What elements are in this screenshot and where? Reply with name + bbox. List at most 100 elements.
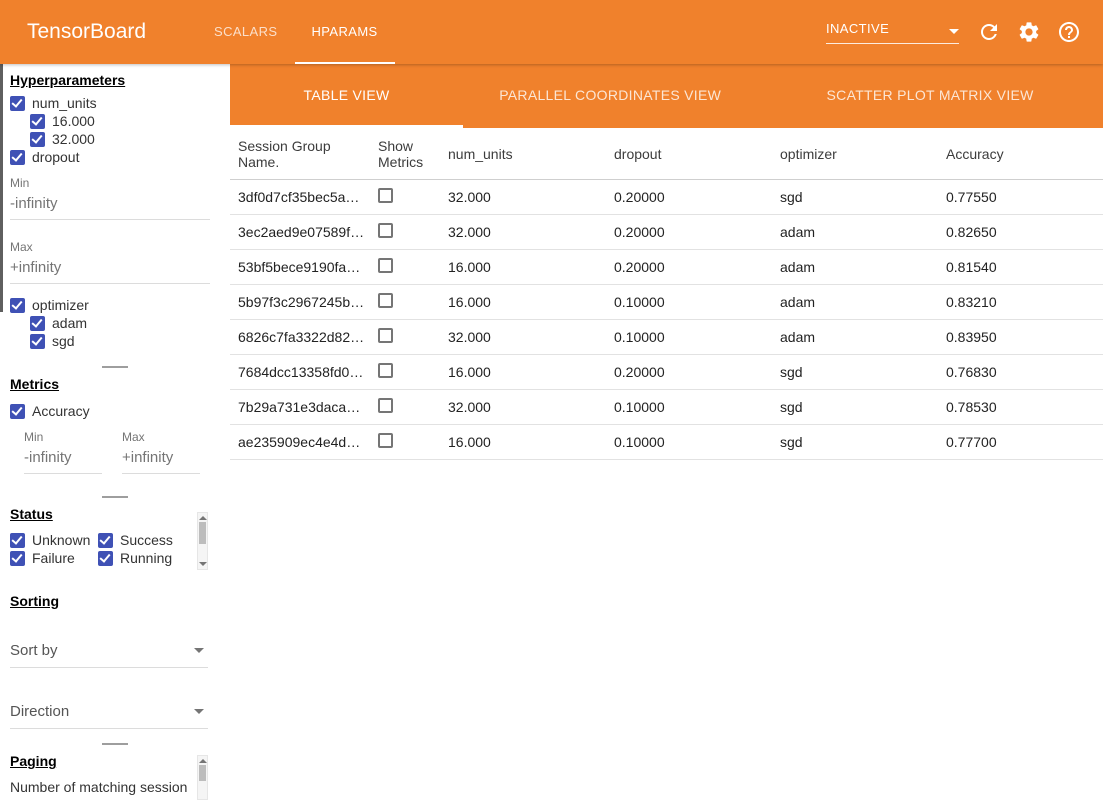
- show-metrics-checkbox[interactable]: [378, 223, 393, 238]
- column-header-show-metrics[interactable]: Show Metrics: [370, 138, 440, 170]
- tab-scalars[interactable]: SCALARS: [197, 0, 295, 64]
- show-metrics-checkbox[interactable]: [378, 258, 393, 273]
- hparam-value-row[interactable]: 16.000: [10, 112, 220, 130]
- sort-by-select[interactable]: Sort by: [10, 637, 208, 668]
- section-resize-handle[interactable]: [102, 366, 128, 368]
- tab-table-view[interactable]: TABLE VIEW: [230, 64, 463, 128]
- top-app-bar: TensorBoard SCALARS HPARAMS INACTIVE: [0, 0, 1103, 64]
- accuracy-max-input[interactable]: [122, 444, 200, 474]
- column-header-session-group-name[interactable]: Session Group Name.: [230, 138, 370, 170]
- checkbox-optimizer-sgd[interactable]: [30, 334, 45, 349]
- session-group-name-cell: 3ec2aed9e07589f…: [230, 224, 370, 240]
- section-hyperparameters: Hyperparameters num_units 16.000 32.000 …: [0, 72, 230, 350]
- checkbox-status-running[interactable]: [98, 551, 113, 566]
- matching-groups-summary: Number of matching session groups: 8: [10, 778, 196, 800]
- scroll-down-icon[interactable]: [199, 562, 207, 566]
- hparams-main-pane: TABLE VIEW PARALLEL COORDINATES VIEW SCA…: [230, 64, 1103, 800]
- section-resize-handle[interactable]: [102, 496, 128, 498]
- show-metrics-checkbox[interactable]: [378, 363, 393, 378]
- checkbox-num-units[interactable]: [10, 96, 25, 111]
- checkbox-accuracy[interactable]: [10, 404, 25, 419]
- dropout-min-input[interactable]: [10, 190, 210, 220]
- direction-select[interactable]: Direction: [10, 698, 208, 729]
- paging-scrollbar[interactable]: [197, 755, 208, 800]
- optimizer-cell: sgd: [772, 364, 938, 380]
- dropout-cell: 0.10000: [606, 399, 772, 415]
- checkbox-status-success[interactable]: [98, 533, 113, 548]
- optimizer-cell: adam: [772, 224, 938, 240]
- hparam-value-row[interactable]: 32.000: [10, 130, 220, 148]
- column-header-accuracy[interactable]: Accuracy: [938, 146, 1103, 162]
- hparam-row-optimizer[interactable]: optimizer: [10, 296, 220, 314]
- app-title: TensorBoard: [27, 20, 147, 44]
- settings-button[interactable]: [1017, 20, 1041, 44]
- table-row: 7b29a731e3daca… 32.000 0.10000 sgd 0.785…: [230, 390, 1103, 425]
- accuracy-cell: 0.81540: [938, 259, 1103, 275]
- dropout-max-input[interactable]: [10, 254, 210, 284]
- column-header-num-units[interactable]: num_units: [440, 146, 606, 162]
- num-units-cell: 16.000: [440, 294, 606, 310]
- sort-by-value: Sort by: [10, 642, 58, 659]
- show-metrics-checkbox[interactable]: [378, 188, 393, 203]
- show-metrics-checkbox[interactable]: [378, 328, 393, 343]
- sorting-heading: Sorting: [10, 593, 220, 609]
- metrics-heading: Metrics: [10, 376, 220, 392]
- status-option-unknown[interactable]: Unknown: [10, 531, 98, 549]
- section-resize-handle[interactable]: [102, 743, 128, 745]
- dropout-cell: 0.10000: [606, 294, 772, 310]
- hparam-value-label: adam: [52, 315, 87, 331]
- hparam-row-num-units[interactable]: num_units: [10, 94, 220, 112]
- accuracy-cell: 0.77700: [938, 434, 1103, 450]
- checkbox-num-units-32[interactable]: [30, 132, 45, 147]
- checkbox-dropout[interactable]: [10, 150, 25, 165]
- column-header-optimizer[interactable]: optimizer: [772, 146, 938, 162]
- session-group-name-cell: 3df0d7cf35bec5a…: [230, 189, 370, 205]
- refresh-button[interactable]: [977, 20, 1001, 44]
- hparam-row-dropout[interactable]: dropout: [10, 148, 220, 166]
- hyperparameters-heading: Hyperparameters: [10, 72, 220, 88]
- checkbox-optimizer-adam[interactable]: [30, 316, 45, 331]
- checkbox-status-failure[interactable]: [10, 551, 25, 566]
- tab-parallel-coordinates-view[interactable]: PARALLEL COORDINATES VIEW: [463, 64, 757, 128]
- show-metrics-checkbox[interactable]: [378, 293, 393, 308]
- accuracy-cell: 0.76830: [938, 364, 1103, 380]
- checkbox-num-units-16[interactable]: [30, 114, 45, 129]
- status-option-label: Unknown: [32, 532, 90, 548]
- optimizer-cell: sgd: [772, 189, 938, 205]
- scroll-up-icon[interactable]: [199, 516, 207, 520]
- status-heading: Status: [10, 506, 220, 522]
- table-row: 6826c7fa3322d82… 32.000 0.10000 adam 0.8…: [230, 320, 1103, 355]
- run-status-value: INACTIVE: [826, 21, 889, 36]
- section-paging: Paging Number of matching session groups…: [0, 753, 230, 800]
- status-option-label: Running: [120, 550, 172, 566]
- chevron-down-icon: [194, 709, 204, 719]
- show-metrics-checkbox[interactable]: [378, 433, 393, 448]
- tab-hparams[interactable]: HPARAMS: [295, 0, 395, 64]
- help-button[interactable]: [1057, 20, 1081, 44]
- run-status-select[interactable]: INACTIVE: [826, 21, 959, 44]
- scrollbar-thumb[interactable]: [199, 765, 206, 781]
- table-row: 5b97f3c2967245b… 16.000 0.10000 adam 0.8…: [230, 285, 1103, 320]
- scroll-up-icon[interactable]: [199, 759, 207, 763]
- paging-heading: Paging: [10, 753, 220, 769]
- optimizer-cell: adam: [772, 329, 938, 345]
- chevron-down-icon: [194, 648, 204, 658]
- section-sorting: Sorting Sort by Direction: [0, 593, 230, 729]
- metric-row-accuracy[interactable]: Accuracy: [10, 402, 220, 420]
- hparam-value-row[interactable]: sgd: [10, 332, 220, 350]
- show-metrics-checkbox[interactable]: [378, 398, 393, 413]
- sidebar-scrollbar[interactable]: [0, 64, 3, 312]
- num-units-cell: 16.000: [440, 364, 606, 380]
- table-row: 53bf5bece9190fa… 16.000 0.20000 adam 0.8…: [230, 250, 1103, 285]
- column-header-dropout[interactable]: dropout: [606, 146, 772, 162]
- checkbox-status-unknown[interactable]: [10, 533, 25, 548]
- hparam-value-row[interactable]: adam: [10, 314, 220, 332]
- tab-scatter-plot-matrix-view[interactable]: SCATTER PLOT MATRIX VIEW: [757, 64, 1103, 128]
- status-option-failure[interactable]: Failure: [10, 549, 98, 567]
- scrollbar-thumb[interactable]: [199, 522, 206, 544]
- status-scrollbar[interactable]: [197, 512, 208, 570]
- accuracy-min-input[interactable]: [24, 444, 102, 474]
- checkbox-optimizer[interactable]: [10, 298, 25, 313]
- accuracy-cell: 0.83210: [938, 294, 1103, 310]
- show-metrics-cell: [370, 398, 440, 416]
